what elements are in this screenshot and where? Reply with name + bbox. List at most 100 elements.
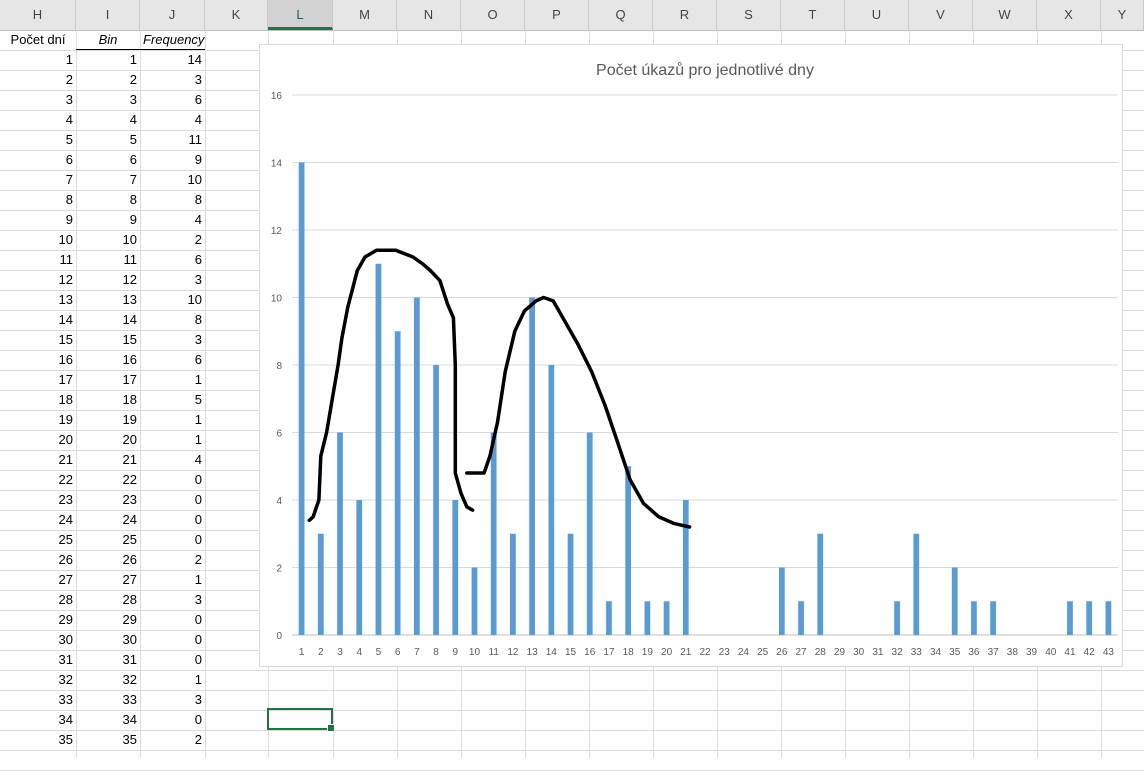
cell-pocet-dni[interactable]: 17 — [0, 370, 76, 390]
column-header-n[interactable]: N — [397, 0, 461, 30]
cell-pocet-dni[interactable]: 13 — [0, 290, 76, 310]
cell-pocet-dni[interactable]: 32 — [0, 670, 76, 690]
cell-pocet-dni[interactable]: 33 — [0, 690, 76, 710]
cell-frequency[interactable]: 3 — [140, 330, 205, 350]
column-header-v[interactable]: V — [909, 0, 973, 30]
cell-bin[interactable]: 29 — [76, 610, 140, 630]
column-header-q[interactable]: Q — [589, 0, 653, 30]
cell-bin[interactable]: 25 — [76, 530, 140, 550]
cell-bin[interactable]: 10 — [76, 230, 140, 250]
cell-frequency[interactable]: 6 — [140, 250, 205, 270]
cell-bin[interactable]: 24 — [76, 510, 140, 530]
column-header-l[interactable]: L — [268, 0, 333, 30]
cell-bin[interactable]: 21 — [76, 450, 140, 470]
header-bin[interactable]: Bin — [76, 30, 140, 50]
cell-frequency[interactable]: 1 — [140, 430, 205, 450]
cell-bin[interactable]: 33 — [76, 690, 140, 710]
cell-pocet-dni[interactable]: 11 — [0, 250, 76, 270]
cell-bin[interactable]: 30 — [76, 630, 140, 650]
column-header-m[interactable]: M — [333, 0, 397, 30]
cell-frequency[interactable]: 3 — [140, 270, 205, 290]
column-header-t[interactable]: T — [781, 0, 845, 30]
cell-bin[interactable]: 12 — [76, 270, 140, 290]
cell-bin[interactable]: 17 — [76, 370, 140, 390]
cell-pocet-dni[interactable]: 9 — [0, 210, 76, 230]
cell-pocet-dni[interactable]: 24 — [0, 510, 76, 530]
cell-pocet-dni[interactable]: 2 — [0, 70, 76, 90]
cell-frequency[interactable]: 11 — [140, 130, 205, 150]
cell-bin[interactable]: 35 — [76, 730, 140, 750]
cell-bin[interactable]: 34 — [76, 710, 140, 730]
cell-frequency[interactable]: 0 — [140, 530, 205, 550]
column-header-w[interactable]: W — [973, 0, 1037, 30]
cell-pocet-dni[interactable]: 14 — [0, 310, 76, 330]
cell-bin[interactable]: 7 — [76, 170, 140, 190]
cell-frequency[interactable]: 10 — [140, 290, 205, 310]
cell-pocet-dni[interactable]: 21 — [0, 450, 76, 470]
cell-frequency[interactable]: 0 — [140, 650, 205, 670]
cell-frequency[interactable]: 14 — [140, 50, 205, 70]
cell-pocet-dni[interactable]: 31 — [0, 650, 76, 670]
cell-pocet-dni[interactable]: 25 — [0, 530, 76, 550]
cell-frequency[interactable]: 3 — [140, 690, 205, 710]
cell-pocet-dni[interactable]: 22 — [0, 470, 76, 490]
cell-pocet-dni[interactable]: 6 — [0, 150, 76, 170]
column-header-u[interactable]: U — [845, 0, 909, 30]
cell-bin[interactable]: 28 — [76, 590, 140, 610]
cell-frequency[interactable]: 6 — [140, 90, 205, 110]
cell-bin[interactable]: 3 — [76, 90, 140, 110]
cell-bin[interactable]: 31 — [76, 650, 140, 670]
column-header-k[interactable]: K — [205, 0, 268, 30]
cell-frequency[interactable]: 0 — [140, 610, 205, 630]
cell-bin[interactable]: 18 — [76, 390, 140, 410]
cell-frequency[interactable]: 9 — [140, 150, 205, 170]
column-header-r[interactable]: R — [653, 0, 717, 30]
cell-bin[interactable]: 27 — [76, 570, 140, 590]
cell-frequency[interactable]: 1 — [140, 370, 205, 390]
cell-frequency[interactable]: 2 — [140, 550, 205, 570]
cell-bin[interactable]: 13 — [76, 290, 140, 310]
column-header-h[interactable]: H — [0, 0, 76, 30]
cell-bin[interactable]: 6 — [76, 150, 140, 170]
cell-bin[interactable]: 19 — [76, 410, 140, 430]
cell-frequency[interactable]: 2 — [140, 230, 205, 250]
cell-pocet-dni[interactable]: 23 — [0, 490, 76, 510]
cell-frequency[interactable]: 10 — [140, 170, 205, 190]
cell-frequency[interactable]: 1 — [140, 410, 205, 430]
cell-pocet-dni[interactable]: 29 — [0, 610, 76, 630]
header-pocet-dni[interactable]: Počet dní — [0, 30, 76, 50]
cell-frequency[interactable]: 5 — [140, 390, 205, 410]
cell-frequency[interactable]: 0 — [140, 710, 205, 730]
column-header-p[interactable]: P — [525, 0, 589, 30]
cell-bin[interactable]: 16 — [76, 350, 140, 370]
cell-bin[interactable]: 14 — [76, 310, 140, 330]
cell-frequency[interactable]: 0 — [140, 630, 205, 650]
cell-frequency[interactable]: 4 — [140, 110, 205, 130]
fill-handle[interactable] — [327, 724, 335, 732]
cell-frequency[interactable]: 1 — [140, 670, 205, 690]
cell-bin[interactable]: 26 — [76, 550, 140, 570]
cell-pocet-dni[interactable]: 1 — [0, 50, 76, 70]
cell-pocet-dni[interactable]: 28 — [0, 590, 76, 610]
cell-bin[interactable]: 8 — [76, 190, 140, 210]
cell-frequency[interactable]: 1 — [140, 570, 205, 590]
cell-pocet-dni[interactable]: 35 — [0, 730, 76, 750]
cell-bin[interactable]: 9 — [76, 210, 140, 230]
cell-frequency[interactable]: 4 — [140, 210, 205, 230]
cell-pocet-dni[interactable]: 12 — [0, 270, 76, 290]
cell-pocet-dni[interactable]: 27 — [0, 570, 76, 590]
column-header-x[interactable]: X — [1037, 0, 1101, 30]
cell-pocet-dni[interactable]: 5 — [0, 130, 76, 150]
cell-frequency[interactable]: 0 — [140, 510, 205, 530]
column-header-i[interactable]: I — [76, 0, 140, 30]
cell-frequency[interactable]: 0 — [140, 490, 205, 510]
cell-frequency[interactable]: 8 — [140, 190, 205, 210]
cell-bin[interactable]: 4 — [76, 110, 140, 130]
cell-pocet-dni[interactable]: 30 — [0, 630, 76, 650]
cell-pocet-dni[interactable]: 15 — [0, 330, 76, 350]
cell-pocet-dni[interactable]: 19 — [0, 410, 76, 430]
cell-frequency[interactable]: 8 — [140, 310, 205, 330]
cell-pocet-dni[interactable]: 18 — [0, 390, 76, 410]
cell-bin[interactable]: 22 — [76, 470, 140, 490]
cell-bin[interactable]: 23 — [76, 490, 140, 510]
